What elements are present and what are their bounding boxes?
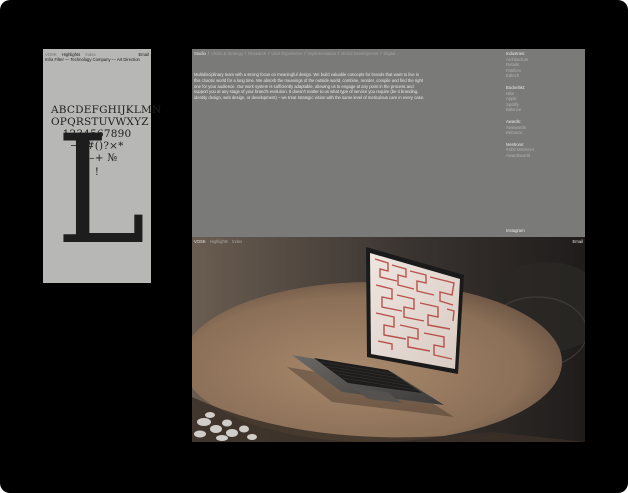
industries-group: Industries: Architecture Retails Fashion… xyxy=(506,51,582,79)
nav-index[interactable]: Index xyxy=(232,239,242,244)
nav-email[interactable]: Email xyxy=(573,238,583,245)
list-item[interactable]: Edtech xyxy=(506,73,582,79)
crumb-studio[interactable]: Studio xyxy=(194,51,206,56)
project-photo-laptop[interactable]: VOSK Highlights Index Email xyxy=(192,237,585,442)
crumb-ux[interactable]: User Experience xyxy=(271,51,302,56)
specimen-row: →•#()?×* xyxy=(70,140,124,152)
crumb-research[interactable]: Research xyxy=(248,51,266,56)
instagram-link[interactable]: Instagram xyxy=(506,228,525,233)
crumb-vision[interactable]: Vision & Strategy xyxy=(211,51,243,56)
app-window: VOSK Highlights Index Email Infra Filter… xyxy=(0,0,628,493)
bucketlist-group: Bucketlist: Nike Apple Spotify Balance xyxy=(506,85,582,113)
type-specimen: L ABCDEFGHIJKLMN OPQRSTUVWXYZ 1234567890… xyxy=(51,104,162,266)
specimen-row: ÷:–+ № xyxy=(76,152,118,164)
specimen-row: 1234567890 xyxy=(62,128,132,140)
crumb-digital[interactable]: Digital xyxy=(384,51,396,56)
studio-description: Multidisciplinary team with a strong foc… xyxy=(194,72,425,101)
project-card-infra-filter[interactable]: VOSK Highlights Index Email Infra Filter… xyxy=(43,49,162,283)
specimen-row: ! xyxy=(94,166,100,178)
project-subtitle: Infra Filter — Technology Company — Art … xyxy=(45,57,140,62)
list-item[interactable]: Behance xyxy=(506,130,582,136)
specimen-row: ABCDEFGHIJKLMN xyxy=(51,104,162,116)
crumb-brand[interactable]: Brand Development xyxy=(341,51,378,56)
studio-info-panel: Studio / Vision & Strategy / Research / User E… xyxy=(192,49,585,237)
studio-meta: Industries: Architecture Retails Fashion… xyxy=(506,51,582,165)
laptop-scene-image xyxy=(192,237,585,442)
nav-email[interactable]: Email xyxy=(139,51,149,58)
mentions-group: Mentions: #3DCssWinner Awardsworld xyxy=(506,142,582,159)
photo-nav: VOSK Highlights Index xyxy=(194,238,242,245)
services-breadcrumb: Studio / Vision & Strategy / Research / User E… xyxy=(194,51,396,56)
nav-highlights[interactable]: Highlights xyxy=(210,239,228,244)
list-item[interactable]: Awardsworld xyxy=(506,153,582,159)
list-item[interactable]: Balance xyxy=(506,107,582,113)
awards-group: Awards: Awwwards Behance xyxy=(506,119,582,136)
specimen-row: OPQRSTUVWXYZ xyxy=(51,116,149,128)
crumb-implementation[interactable]: Implementation xyxy=(308,51,337,56)
brand-logo[interactable]: VOSK xyxy=(194,239,206,244)
